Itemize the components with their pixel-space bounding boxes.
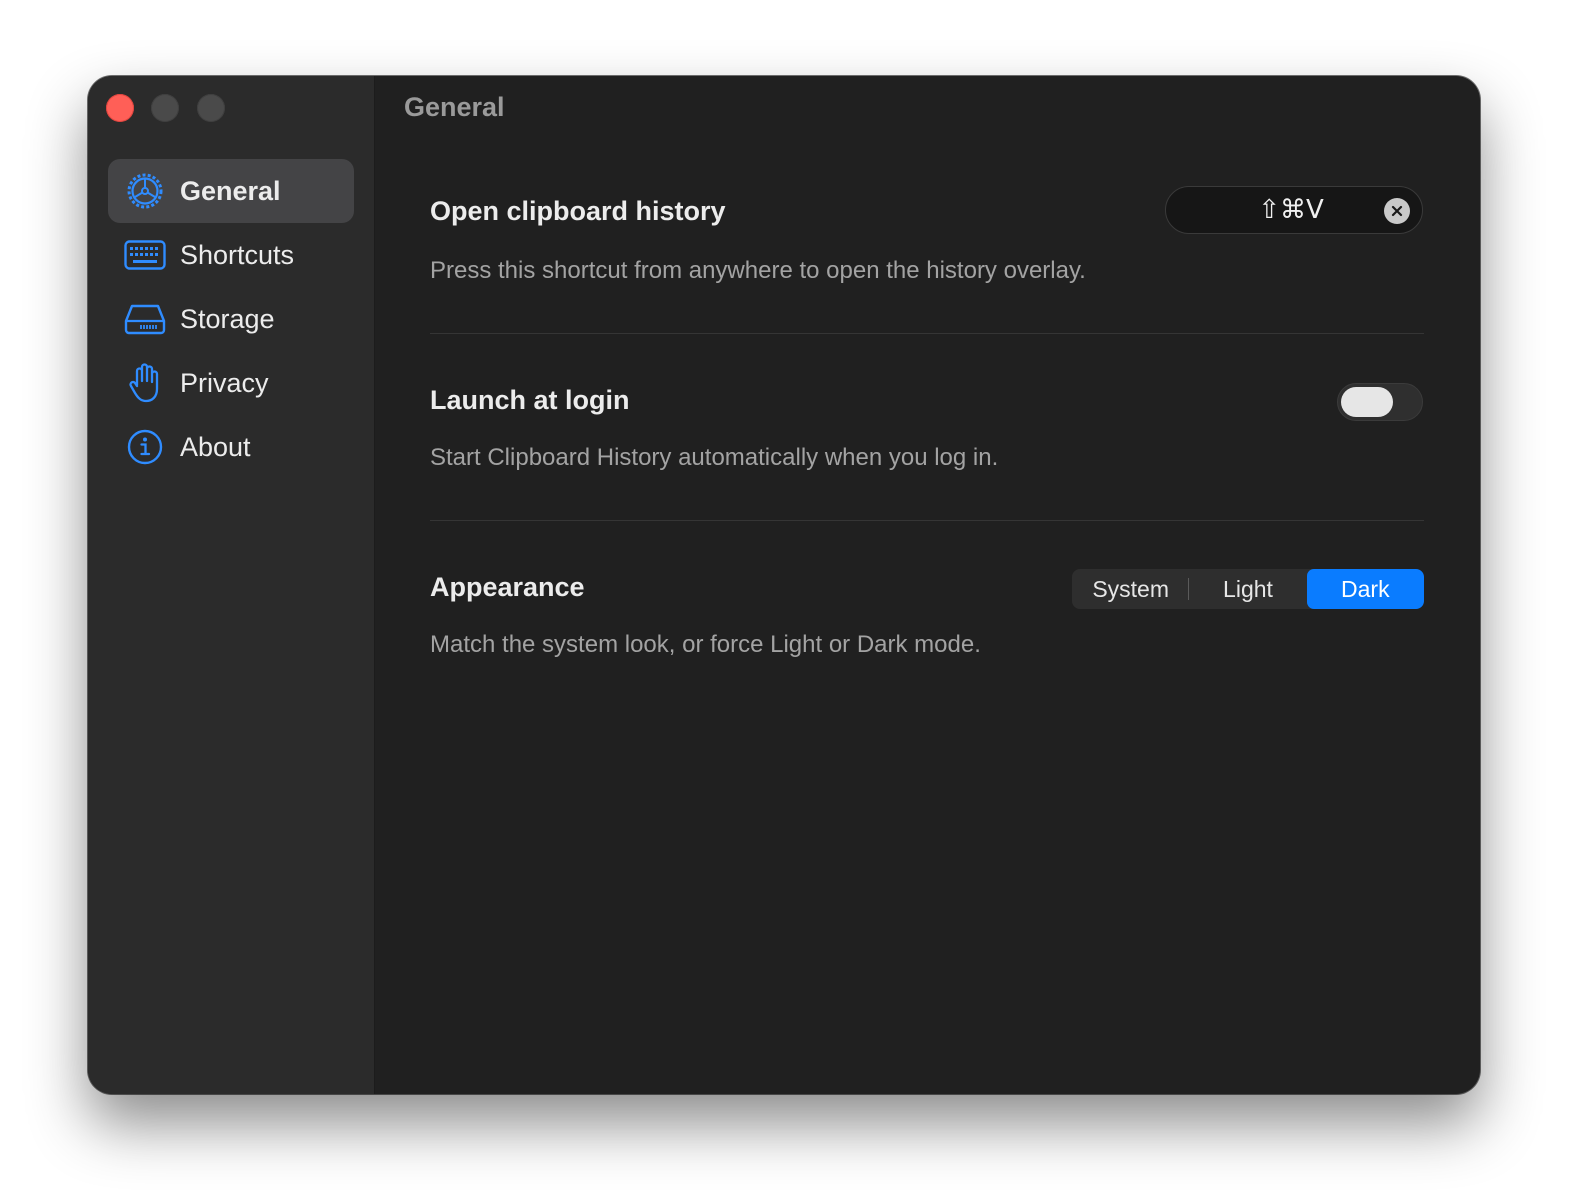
segment-label: Light bbox=[1223, 575, 1273, 602]
appearance-segmented-control: System Light Dark bbox=[1072, 569, 1424, 609]
launch-at-login-description: Start Clipboard History automatically wh… bbox=[430, 444, 999, 471]
divider bbox=[430, 520, 1424, 521]
sidebar-item-label: Shortcuts bbox=[180, 239, 295, 270]
close-icon bbox=[1391, 205, 1403, 217]
sidebar-item-about[interactable]: About bbox=[108, 415, 354, 479]
clear-shortcut-button[interactable] bbox=[1384, 198, 1410, 224]
appearance-option-system[interactable]: System bbox=[1072, 569, 1190, 609]
sidebar: General Shortcuts Storage Privacy About bbox=[88, 76, 375, 1094]
appearance-option-light[interactable]: Light bbox=[1189, 569, 1306, 609]
launch-at-login-title: Launch at login bbox=[430, 385, 630, 415]
appearance-option-dark[interactable]: Dark bbox=[1306, 569, 1424, 609]
info-icon bbox=[124, 426, 166, 468]
sidebar-item-label: Storage bbox=[180, 303, 275, 334]
clipboard-shortcut-description: Press this shortcut from anywhere to ope… bbox=[430, 257, 1086, 284]
segment-label: System bbox=[1092, 575, 1169, 602]
sidebar-item-general[interactable]: General bbox=[108, 159, 354, 223]
toggle-knob bbox=[1341, 387, 1393, 417]
clipboard-shortcut-title: Open clipboard history bbox=[430, 196, 726, 226]
settings-pane: General Open clipboard history ⇧⌘V Press… bbox=[375, 76, 1480, 1094]
sidebar-item-shortcuts[interactable]: Shortcuts bbox=[108, 223, 354, 287]
divider bbox=[430, 333, 1424, 334]
sidebar-item-storage[interactable]: Storage bbox=[108, 287, 354, 351]
sidebar-item-label: Privacy bbox=[180, 367, 269, 398]
page-title: General bbox=[404, 92, 505, 122]
shortcut-keys: ⇧⌘V bbox=[1258, 195, 1324, 225]
launch-at-login-toggle[interactable] bbox=[1337, 383, 1423, 421]
minimize-window-button[interactable] bbox=[151, 94, 179, 122]
settings-window: General Shortcuts Storage Privacy About … bbox=[88, 76, 1480, 1094]
keyboard-icon bbox=[124, 234, 166, 276]
appearance-title: Appearance bbox=[430, 572, 585, 602]
gear-icon bbox=[124, 170, 166, 212]
sidebar-item-privacy[interactable]: Privacy bbox=[108, 351, 354, 415]
zoom-window-button[interactable] bbox=[197, 94, 225, 122]
sidebar-item-label: General bbox=[180, 175, 281, 206]
sidebar-item-label: About bbox=[180, 431, 251, 462]
hand-icon bbox=[124, 362, 166, 404]
segment-label: Dark bbox=[1341, 575, 1390, 602]
sidebar-nav: General Shortcuts Storage Privacy About bbox=[108, 159, 354, 479]
storage-drive-icon bbox=[124, 298, 166, 340]
close-window-button[interactable] bbox=[106, 94, 134, 122]
shortcut-recorder[interactable]: ⇧⌘V bbox=[1165, 186, 1423, 234]
appearance-description: Match the system look, or force Light or… bbox=[430, 631, 981, 658]
